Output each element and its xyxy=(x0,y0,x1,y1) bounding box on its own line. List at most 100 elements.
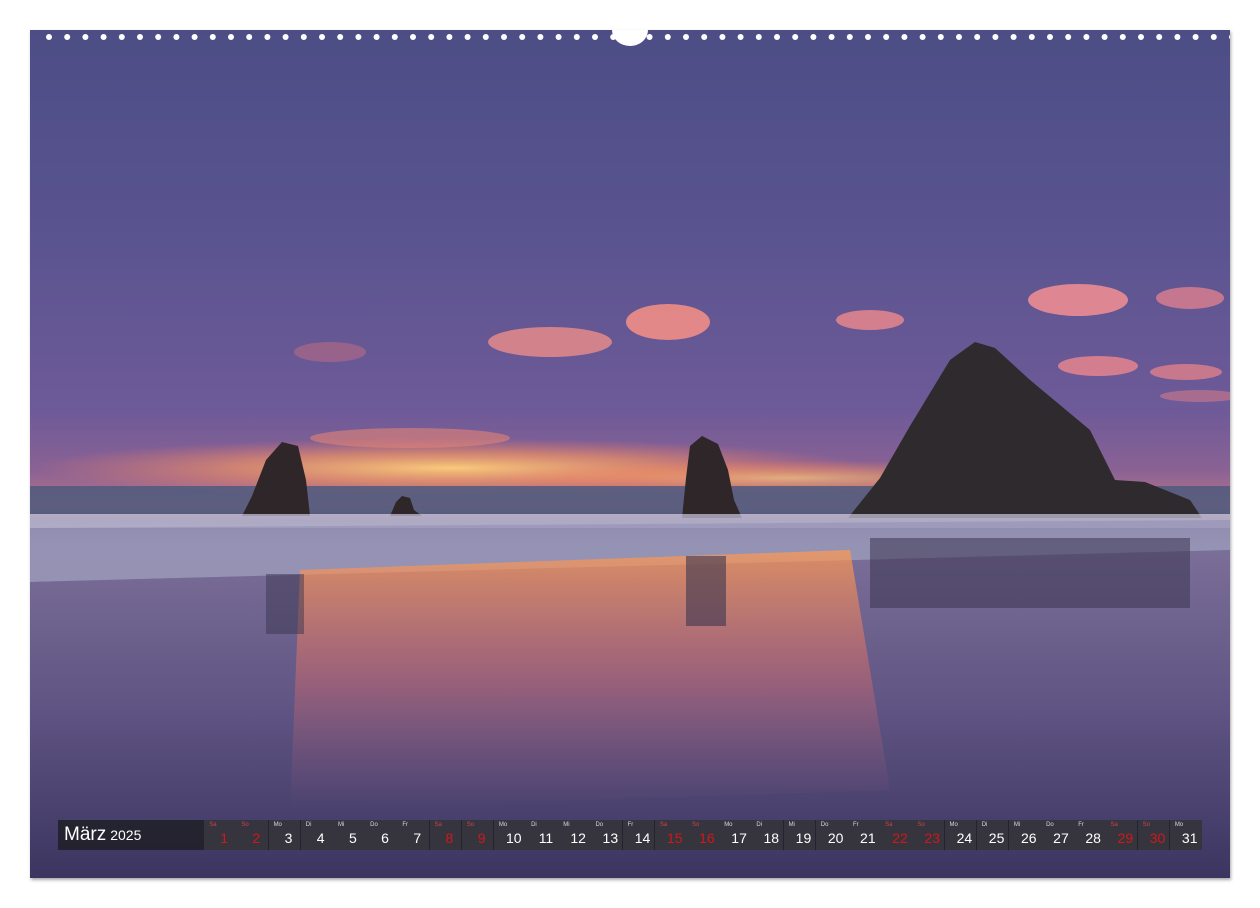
day-cell: So 9 xyxy=(461,820,494,850)
binding-hole xyxy=(64,34,71,40)
binding-hole xyxy=(1174,34,1181,40)
weekday-label: Mo xyxy=(498,822,508,828)
weekday-label: Mi xyxy=(788,822,795,828)
binding-hole xyxy=(664,34,671,40)
binding-hole xyxy=(446,34,453,40)
weekday-label: Do xyxy=(1046,822,1054,828)
day-number: 12 xyxy=(570,830,586,846)
weekday-label: Sa xyxy=(1110,822,1118,828)
day-cell: Do 6 xyxy=(365,820,397,850)
binding-hole xyxy=(428,34,435,40)
day-cell: So 2 xyxy=(236,820,269,850)
binding-hole xyxy=(956,34,962,40)
day-number: 10 xyxy=(505,830,522,846)
day-cell: So 16 xyxy=(687,820,719,850)
day-number: 26 xyxy=(1020,830,1037,846)
binding-hole xyxy=(82,34,89,40)
day-cells: Sa 1 So 2 Mo 3 Di 4 Mi 5 Do 6 Fr 7 Sa 8 So 9 Mo 10 Di 11 Mi 12 D… xyxy=(204,820,1202,850)
weekday-label: Sa xyxy=(885,822,893,828)
binding-hole xyxy=(1119,34,1126,40)
day-cell: Di 25 xyxy=(976,820,1009,850)
day-cell: Mo 3 xyxy=(268,820,301,850)
day-cell: Fr 7 xyxy=(397,820,430,850)
binding-hole xyxy=(828,34,835,40)
day-number: 7 xyxy=(413,830,422,846)
day-cell: Fr 14 xyxy=(622,820,655,850)
binding-hole xyxy=(1028,34,1035,40)
day-cell: Sa 15 xyxy=(654,820,687,850)
day-number: 24 xyxy=(956,830,973,846)
binding-hole xyxy=(410,34,416,40)
day-number: 23 xyxy=(924,830,940,846)
day-number: 30 xyxy=(1149,830,1166,846)
binding-hole xyxy=(118,34,125,40)
binding-hole xyxy=(774,34,780,40)
day-cell: Di 18 xyxy=(751,820,784,850)
day-number: 15 xyxy=(666,830,683,846)
weekday-label: Mo xyxy=(1174,822,1184,828)
weekday-label: Fr xyxy=(1078,822,1084,828)
binding-hole xyxy=(592,34,598,40)
binding-hole xyxy=(1101,34,1108,40)
hanger-notch xyxy=(612,30,648,46)
day-number: 11 xyxy=(538,830,554,846)
weekday-label: Do xyxy=(595,822,604,828)
weekday-label: So xyxy=(466,822,475,828)
binding-hole xyxy=(937,34,944,40)
day-number: 9 xyxy=(477,830,486,846)
day-cell: Do 20 xyxy=(815,820,848,850)
binding-hole xyxy=(701,34,708,40)
binding-hole xyxy=(755,34,762,40)
binding-hole xyxy=(737,34,744,40)
calendar-strip: März 2025 Sa 1 So 2 Mo 3 Di 4 Mi 5 Do 6 Fr 7 Sa 8 So 9 Mo 1… xyxy=(58,820,1202,850)
weekday-label: So xyxy=(917,822,925,828)
day-cell: Mo 10 xyxy=(493,820,526,850)
calendar-page xyxy=(30,30,1230,878)
day-number: 2 xyxy=(252,830,261,846)
binding-hole xyxy=(482,34,489,40)
binding-hole xyxy=(883,34,890,40)
day-cell: Mo 17 xyxy=(719,820,751,850)
day-cell: Do 13 xyxy=(590,820,623,850)
binding-hole xyxy=(865,34,871,40)
binding-hole xyxy=(992,34,999,40)
weekday-label: So xyxy=(241,822,249,828)
binding-hole xyxy=(555,34,562,40)
weekday-label: Di xyxy=(531,822,537,828)
day-cell: Di 11 xyxy=(526,820,558,850)
binding-hole xyxy=(46,34,52,40)
binding-hole xyxy=(537,34,544,40)
binding-hole xyxy=(282,34,289,40)
day-number: 19 xyxy=(795,830,812,846)
binding-hole xyxy=(1156,34,1163,40)
binding-hole xyxy=(683,34,689,40)
day-number: 31 xyxy=(1181,830,1198,846)
weekday-label: Mo xyxy=(949,822,958,828)
day-number: 22 xyxy=(892,830,908,846)
binding-holes xyxy=(46,30,1230,46)
weekday-label: Mo xyxy=(273,822,282,828)
binding-hole xyxy=(155,34,162,40)
binding-hole xyxy=(719,34,726,40)
binding-hole xyxy=(191,34,198,40)
binding-hole xyxy=(501,34,507,40)
weekday-label: So xyxy=(692,822,700,828)
day-cell: Di 4 xyxy=(300,820,333,850)
month-name: März xyxy=(64,824,107,845)
day-cell: Mi 12 xyxy=(558,820,591,850)
binding-hole xyxy=(228,34,234,40)
binding-hole xyxy=(373,34,380,40)
binding-hole xyxy=(792,34,799,40)
weekday-label: Mi xyxy=(337,822,345,828)
day-number: 6 xyxy=(381,830,389,846)
day-cell: Mi 19 xyxy=(783,820,816,850)
day-number: 25 xyxy=(988,830,1005,846)
weekday-label: Di xyxy=(305,822,312,828)
day-number: 29 xyxy=(1117,830,1134,846)
binding-hole xyxy=(391,34,398,40)
weekday-label: Di xyxy=(756,822,763,828)
binding-hole xyxy=(355,34,362,40)
day-cell: Mo 24 xyxy=(944,820,977,850)
day-number: 5 xyxy=(348,830,357,846)
binding-hole xyxy=(810,34,817,40)
